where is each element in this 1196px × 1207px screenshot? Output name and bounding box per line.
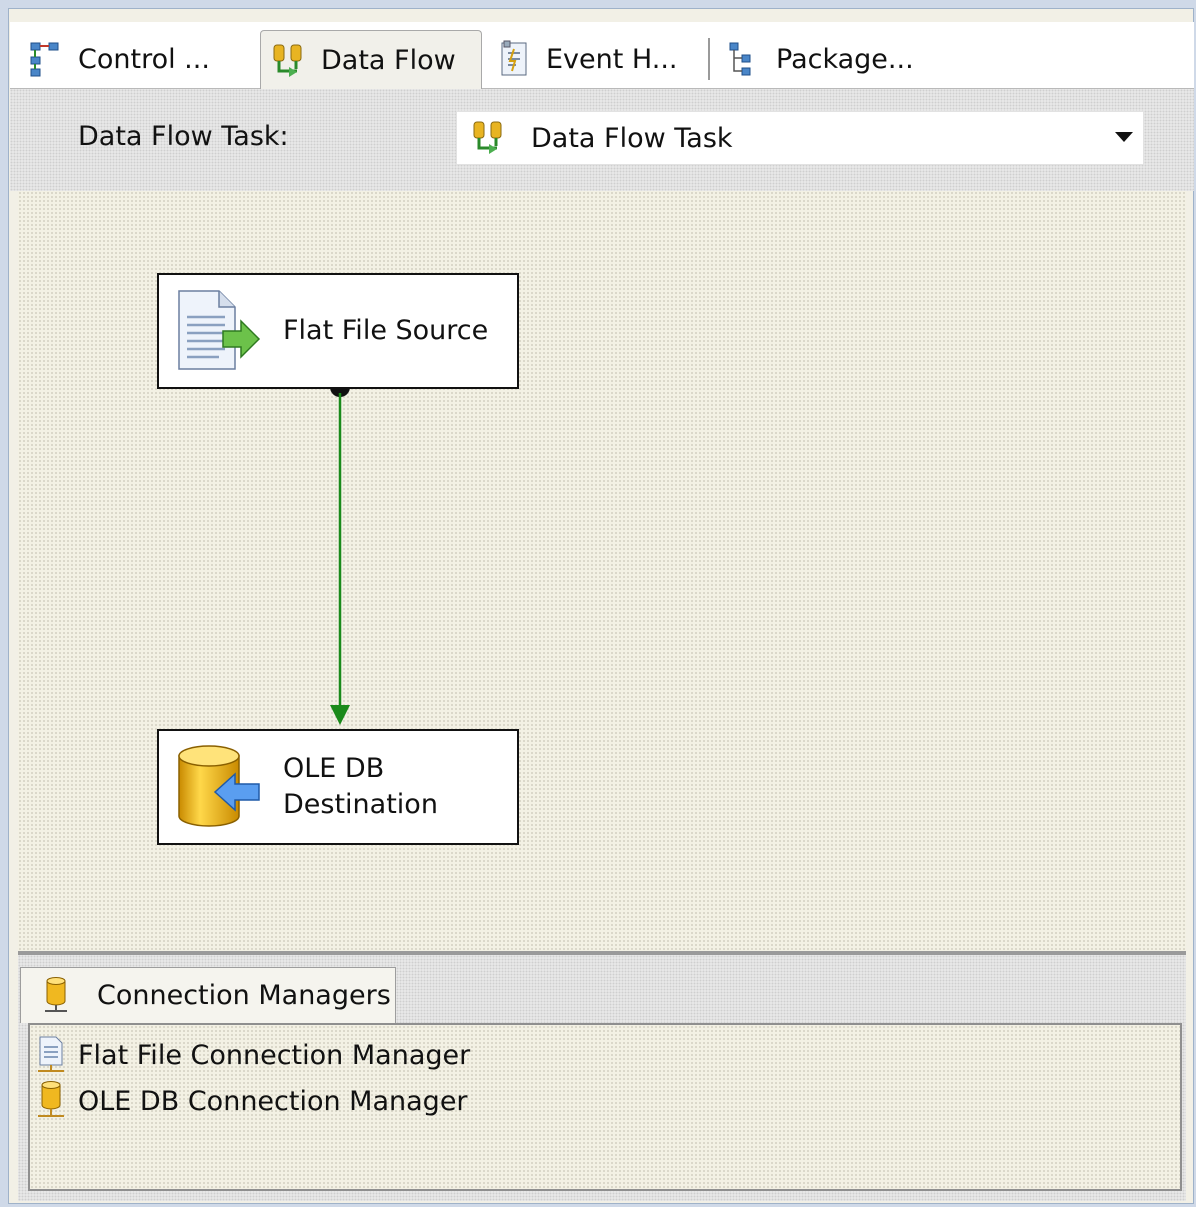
- tab-control-flow[interactable]: Control ...: [28, 30, 210, 88]
- ole-db-connection-icon: [34, 1081, 68, 1121]
- component-label: OLE DB Destination: [283, 751, 438, 823]
- connection-managers-list[interactable]: Flat File Connection Manager OLE DB Conn…: [28, 1023, 1182, 1191]
- dropdown-selected-value: Data Flow Task: [531, 122, 733, 154]
- data-flow-task-icon: [469, 118, 509, 158]
- component-label: Flat File Source: [283, 315, 489, 346]
- data-flow-task-label: Data Flow Task:: [78, 121, 289, 152]
- tab-label: Connection Managers: [97, 980, 391, 1011]
- flat-file-source-component[interactable]: Flat File Source: [157, 273, 519, 389]
- data-flow-design-surface[interactable]: Flat File Source OLE DB Destination: [18, 191, 1186, 951]
- event-handlers-icon: [496, 39, 532, 79]
- tab-label: Control ...: [78, 43, 210, 75]
- data-flow-path[interactable]: [318, 387, 362, 727]
- tab-label: Event H...: [546, 43, 678, 75]
- tab-data-flow[interactable]: Data Flow: [260, 30, 482, 90]
- component-label-line2: Destination: [283, 789, 438, 820]
- flat-file-connection-icon: [34, 1035, 68, 1075]
- designer-tab-bar: Control ... Data Flow Event H... Package…: [10, 22, 1194, 90]
- tab-package-explorer[interactable]: Package...: [726, 30, 914, 88]
- list-item-ole-db-connection[interactable]: OLE DB Connection Manager: [34, 1079, 468, 1123]
- data-flow-task-bar: Data Flow Task: Data Flow Task: [10, 89, 1194, 191]
- tab-label: Package...: [776, 43, 914, 75]
- connection-manager-icon: [41, 976, 71, 1015]
- chevron-down-icon[interactable]: [1115, 132, 1133, 142]
- list-item-label: OLE DB Connection Manager: [78, 1085, 468, 1117]
- list-item-label: Flat File Connection Manager: [78, 1039, 471, 1071]
- flat-file-source-icon: [175, 289, 261, 373]
- package-explorer-icon: [726, 39, 762, 79]
- ole-db-destination-icon: [175, 744, 261, 830]
- ole-db-destination-component[interactable]: OLE DB Destination: [157, 729, 519, 845]
- control-flow-icon: [28, 39, 64, 79]
- list-item-flat-file-connection[interactable]: Flat File Connection Manager: [34, 1033, 470, 1077]
- tab-separator: [708, 38, 710, 80]
- tab-event-handlers[interactable]: Event H...: [496, 30, 678, 88]
- data-flow-icon: [271, 41, 307, 81]
- component-label-line1: OLE DB: [283, 753, 385, 784]
- tab-label: Data Flow: [321, 45, 456, 76]
- data-flow-task-dropdown[interactable]: Data Flow Task: [456, 111, 1144, 165]
- tab-connection-managers[interactable]: Connection Managers: [20, 967, 396, 1023]
- arrow-head-icon: [330, 705, 350, 725]
- connection-managers-pane: Connection Managers Flat File Connection…: [18, 955, 1186, 1201]
